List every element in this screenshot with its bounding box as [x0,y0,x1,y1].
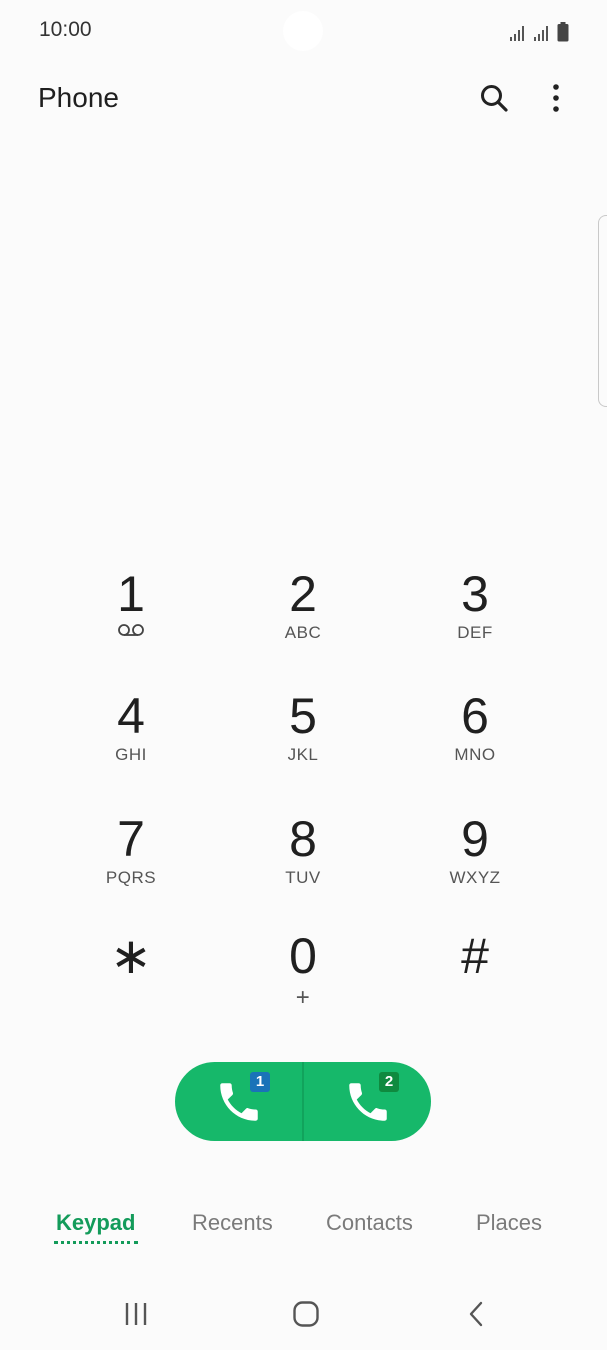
key-digit: 0 [289,928,317,984]
more-options-button[interactable] [534,76,578,120]
key-9[interactable]: 9 WXYZ [405,810,545,920]
key-digit: 5 [289,688,317,744]
app-bar: Phone [0,62,607,134]
bottom-tabs: Keypad Recents Contacts Places [0,1200,607,1256]
key-plus: + [295,984,311,1011]
key-digit: 6 [461,688,489,744]
key-digit: 8 [289,811,317,867]
key-digit: 9 [461,811,489,867]
tab-active-indicator [54,1241,138,1244]
voicemail-icon [118,624,144,636]
call-button-group: 1 2 [175,1062,431,1141]
key-0[interactable]: 0 + [233,927,373,1037]
key-digit: 3 [461,566,489,622]
key-letters: WXYZ [449,868,501,887]
key-digit: 7 [117,811,145,867]
key-digit: # [461,928,489,984]
key-digit: 2 [289,566,317,622]
call-sim1-button[interactable]: 1 [175,1062,302,1141]
tab-places[interactable]: Places [476,1210,542,1236]
home-button[interactable] [284,1294,328,1334]
key-6[interactable]: 6 MNO [405,687,545,797]
key-5[interactable]: 5 JKL [233,687,373,797]
key-2[interactable]: 2 ABC [233,565,373,675]
back-button[interactable] [454,1294,498,1334]
back-icon [469,1301,483,1327]
key-3[interactable]: 3 DEF [405,565,545,675]
signal-sim2-icon [534,26,548,41]
sim2-badge: 2 [379,1072,399,1092]
key-digit: 1 [117,566,145,622]
recent-apps-button[interactable] [114,1294,158,1334]
sim1-badge: 1 [250,1072,270,1092]
system-nav-bar [0,1278,607,1350]
search-button[interactable] [472,76,516,120]
key-letters: PQRS [105,868,157,887]
call-sim2-button[interactable]: 2 [304,1062,431,1141]
key-letters: ABC [284,623,322,642]
status-bar: 10:00 [0,0,607,62]
key-8[interactable]: 8 TUV [233,810,373,920]
key-letters: TUV [285,868,321,887]
key-digit: ∗ [110,928,152,984]
tab-keypad[interactable]: Keypad [56,1210,135,1236]
key-digit: 4 [117,688,145,744]
search-icon [481,85,508,112]
key-1[interactable]: 1 [61,565,201,675]
key-letters: GHI [115,745,147,764]
edge-panel-handle[interactable] [598,215,607,407]
key-letters: DEF [457,623,493,642]
battery-icon [557,22,569,42]
key-hash[interactable]: # [405,927,545,1037]
tab-recents[interactable]: Recents [192,1210,273,1236]
page-title: Phone [38,82,119,113]
more-options-icon [553,84,559,112]
key-4[interactable]: 4 GHI [61,687,201,797]
tab-contacts[interactable]: Contacts [326,1210,413,1236]
camera-cutout [283,11,323,51]
key-7[interactable]: 7 PQRS [61,810,201,920]
recent-apps-icon [125,1303,147,1325]
home-icon [293,1301,319,1327]
key-letters: JKL [287,745,319,764]
status-time: 10:00 [39,18,92,41]
signal-sim1-icon [510,26,524,41]
key-letters: MNO [454,745,496,764]
key-star[interactable]: ∗ [61,927,201,1037]
status-icons [509,20,569,42]
